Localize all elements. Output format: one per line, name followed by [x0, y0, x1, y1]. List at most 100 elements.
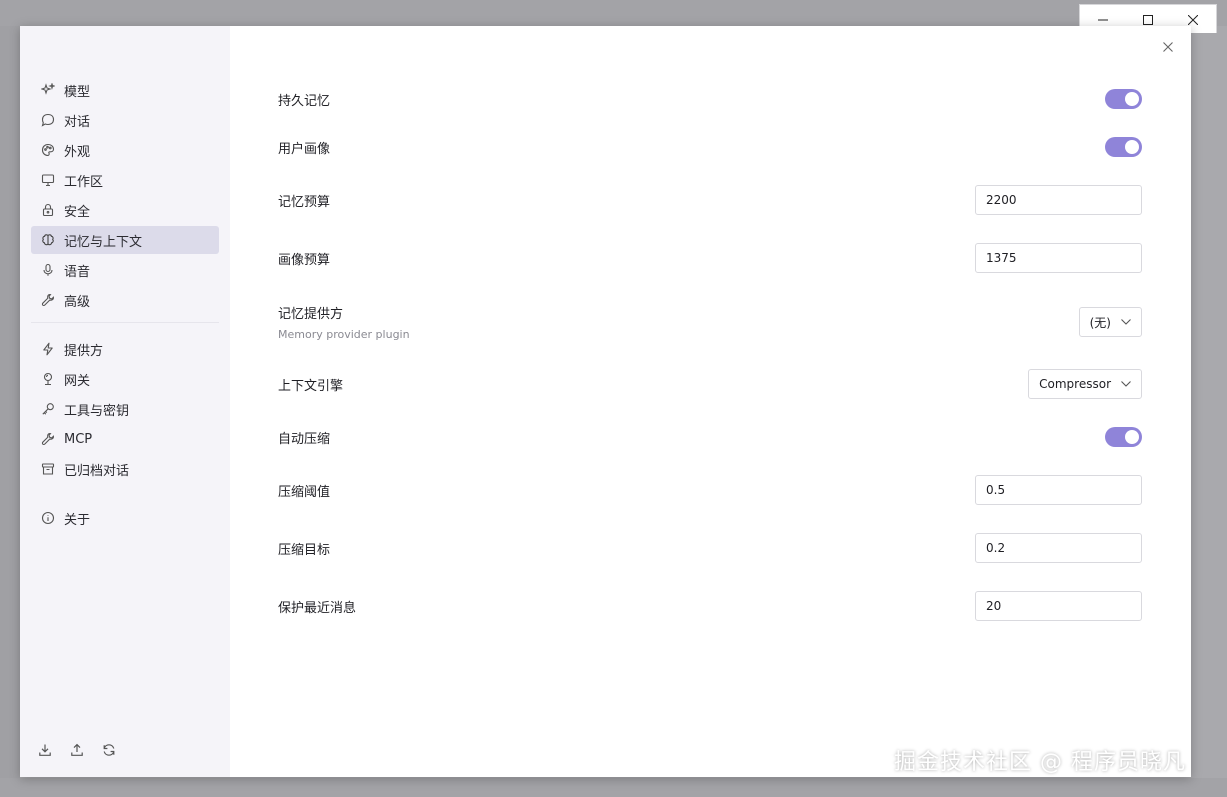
sidebar-item-workspace[interactable]: 工作区 [31, 166, 219, 194]
sidebar-item-label: 高级 [64, 294, 91, 310]
upload-button[interactable] [69, 742, 85, 758]
tools-icon [40, 431, 56, 447]
close-icon [1188, 14, 1199, 25]
memory-budget-input[interactable] [975, 185, 1142, 215]
sidebar-item-label: 对话 [64, 114, 91, 130]
compress-threshold-input[interactable] [975, 475, 1142, 505]
nav-group-mid: 提供方 网关 工具与密钥 MCP 已归档对话 [31, 335, 219, 485]
sidebar-item-label: 记忆与上下文 [64, 234, 143, 250]
sidebar-footer [37, 742, 117, 758]
lightning-icon [40, 341, 56, 357]
sidebar-item-label: 提供方 [64, 343, 104, 359]
sidebar-item-appearance[interactable]: 外观 [31, 136, 219, 164]
brain-icon [40, 232, 56, 248]
lock-icon [40, 202, 56, 218]
chat-bubble-icon [40, 112, 56, 128]
sparkles-icon [40, 82, 56, 98]
nav-group-top: 模型 对话 外观 工作区 安全 记忆与上下文 语音 高级 [31, 76, 219, 316]
setting-description: Memory provider plugin [278, 328, 410, 341]
toggle-knob [1125, 92, 1139, 106]
sidebar-item-model[interactable]: 模型 [31, 76, 219, 104]
toggle-knob [1125, 430, 1139, 444]
protect-recent-input[interactable] [975, 591, 1142, 621]
setting-context-engine: 上下文引擎 Compressor [278, 369, 1142, 399]
setting-label: 持久记忆 [278, 93, 331, 109]
sidebar-divider [31, 322, 219, 323]
setting-label: 上下文引擎 [278, 378, 344, 394]
setting-protect-recent: 保护最近消息 [278, 591, 1142, 621]
sidebar-item-providers[interactable]: 提供方 [31, 335, 219, 363]
sidebar-item-voice[interactable]: 语音 [31, 256, 219, 284]
setting-persistent-memory: 持久记忆 [278, 88, 1142, 110]
archive-icon [40, 461, 56, 477]
close-icon [1163, 42, 1173, 52]
sidebar-item-gateway[interactable]: 网关 [31, 365, 219, 393]
setting-memory-budget: 记忆预算 [278, 185, 1142, 215]
setting-compress-threshold: 压缩阈值 [278, 475, 1142, 505]
refresh-button[interactable] [101, 742, 117, 758]
sidebar-item-memory-context[interactable]: 记忆与上下文 [31, 226, 219, 254]
setting-label: 压缩目标 [278, 542, 331, 558]
sidebar-item-advanced[interactable]: 高级 [31, 286, 219, 314]
setting-label: 自动压缩 [278, 431, 331, 447]
minimize-icon [1097, 19, 1108, 20]
setting-label: 用户画像 [278, 141, 331, 157]
select-value: Compressor [1039, 377, 1111, 391]
setting-label: 画像预算 [278, 252, 331, 268]
sidebar-item-label: MCP [64, 431, 93, 447]
sidebar-item-label: 模型 [64, 84, 91, 100]
monitor-icon [40, 172, 56, 188]
gateway-icon [40, 371, 56, 387]
watermark-text: 掘金技术社区 @ 程序员晓凡 [894, 750, 1186, 775]
sidebar-item-chat[interactable]: 对话 [31, 106, 219, 134]
upload-icon [71, 743, 83, 756]
settings-sidebar: 模型 对话 外观 工作区 安全 记忆与上下文 语音 高级 提供方 网关 工具与密… [20, 26, 230, 777]
chevron-down-icon [1121, 381, 1131, 387]
sidebar-item-label: 工具与密钥 [64, 403, 130, 419]
download-icon [39, 744, 51, 756]
context-engine-select[interactable]: Compressor [1028, 369, 1142, 399]
sidebar-item-label: 语音 [64, 264, 91, 280]
setting-label: 记忆提供方 [278, 307, 344, 322]
setting-memory-provider: 记忆提供方 Memory provider plugin (无) [278, 301, 1142, 343]
setting-label: 压缩阈值 [278, 484, 331, 500]
download-button[interactable] [37, 742, 53, 758]
sidebar-item-mcp[interactable]: MCP [31, 425, 219, 453]
select-value: (无) [1089, 315, 1111, 330]
sidebar-item-label: 关于 [64, 512, 91, 528]
nav-group-bottom: 关于 [31, 504, 219, 534]
sidebar-item-label: 网关 [64, 373, 91, 389]
sidebar-item-label: 安全 [64, 204, 91, 220]
refresh-icon [103, 744, 115, 756]
persistent-memory-toggle[interactable] [1105, 89, 1142, 109]
sidebar-item-tools-keys[interactable]: 工具与密钥 [31, 395, 219, 423]
setting-label: 记忆预算 [278, 194, 331, 210]
settings-modal: 模型 对话 外观 工作区 安全 记忆与上下文 语音 高级 提供方 网关 工具与密… [20, 26, 1191, 777]
chevron-down-icon [1121, 319, 1131, 325]
close-modal-button[interactable] [1160, 39, 1176, 55]
sidebar-item-security[interactable]: 安全 [31, 196, 219, 224]
maximize-icon [1142, 14, 1153, 25]
user-profile-toggle[interactable] [1105, 137, 1142, 157]
setting-user-profile: 用户画像 [278, 136, 1142, 158]
sidebar-item-about[interactable]: 关于 [31, 504, 219, 532]
profile-budget-input[interactable] [975, 243, 1142, 273]
background-titlebar [0, 0, 1227, 26]
background-statusbar [0, 778, 1227, 797]
palette-icon [40, 142, 56, 158]
sidebar-item-label: 已归档对话 [64, 463, 130, 479]
auto-compress-toggle[interactable] [1105, 427, 1142, 447]
compress-target-input[interactable] [975, 533, 1142, 563]
toggle-knob [1125, 140, 1139, 154]
setting-compress-target: 压缩目标 [278, 533, 1142, 563]
sidebar-item-archived-chats[interactable]: 已归档对话 [31, 455, 219, 483]
setting-label-group: 记忆提供方 Memory provider plugin [278, 303, 410, 341]
memory-provider-select[interactable]: (无) [1078, 307, 1142, 337]
wrench-icon [40, 292, 56, 308]
background-left-rail [0, 26, 20, 778]
setting-label: 保护最近消息 [278, 600, 357, 616]
settings-content: 持久记忆 用户画像 记忆预算 画像预算 记忆提供方 Memory provide… [230, 26, 1191, 777]
microphone-icon [40, 262, 56, 278]
setting-auto-compress: 自动压缩 [278, 426, 1142, 448]
setting-profile-budget: 画像预算 [278, 243, 1142, 273]
